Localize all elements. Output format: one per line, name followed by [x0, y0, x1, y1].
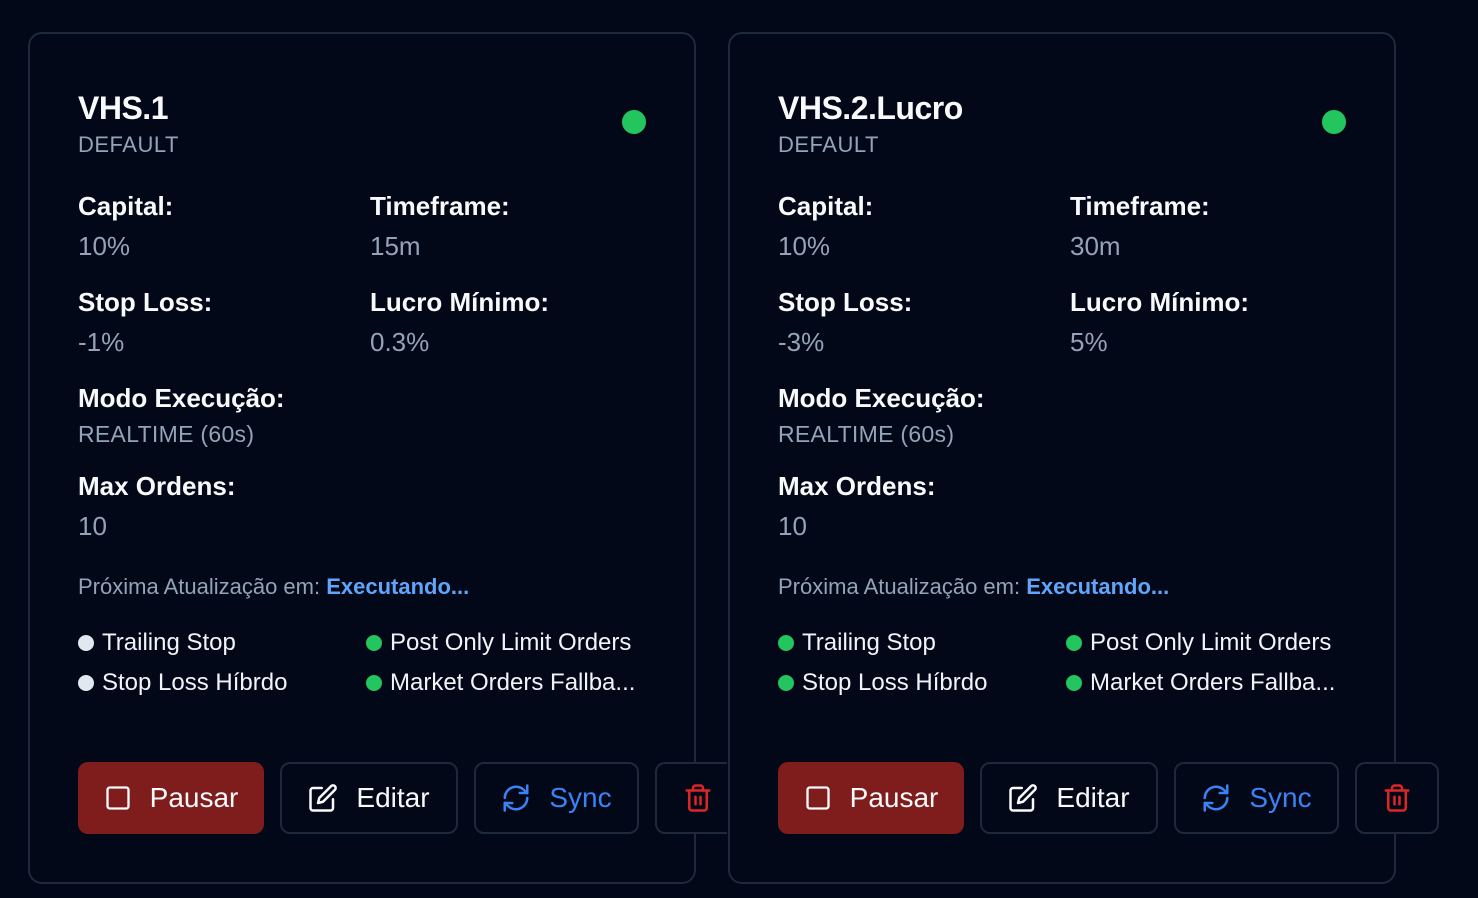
next-update-status: Executando... — [1026, 574, 1170, 599]
max-orders-label: Max Ordens: — [78, 471, 236, 501]
min-profit-label: Lucro Mínimo: — [1070, 287, 1250, 317]
bot-card: VHS.2.Lucro DEFAULT Capital: 10% Timefra… — [728, 32, 1439, 884]
max-orders-field: Max Ordens: 10 — [778, 470, 936, 542]
stop-loss-label: Stop Loss: — [78, 287, 213, 317]
feature-status-dot — [778, 635, 794, 651]
edit-button[interactable]: Editar — [980, 762, 1158, 834]
pause-button[interactable]: Pausar — [78, 762, 264, 834]
next-update-label: Próxima Atualização em: — [78, 574, 321, 599]
card-header: VHS.1 DEFAULT — [78, 88, 179, 160]
bot-name: VHS.2.Lucro — [778, 90, 963, 126]
next-update: Próxima Atualização em: Executando... — [778, 572, 1169, 602]
feature-trailing-stop: Trailing Stop — [778, 628, 936, 658]
exec-mode-field: Modo Execução: REALTIME (60s) — [778, 382, 985, 450]
min-profit-value: 5% — [1070, 327, 1108, 357]
square-icon — [105, 786, 130, 810]
stop-loss-value: -3% — [778, 327, 825, 357]
min-profit-label: Lucro Mínimo: — [370, 287, 550, 317]
next-update-status: Executando... — [326, 574, 470, 599]
exec-mode-field: Modo Execução: REALTIME (60s) — [78, 382, 285, 450]
feature-status-dot — [366, 635, 382, 651]
max-orders-value: 10 — [78, 511, 107, 541]
timeframe-field: Timeframe: 15m — [370, 190, 510, 262]
feature-status-dot — [1066, 635, 1082, 651]
timeframe-field: Timeframe: 30m — [1070, 190, 1210, 262]
next-update-label: Próxima Atualização em: — [778, 574, 1021, 599]
timeframe-value: 30m — [1070, 231, 1121, 261]
feature-label: Stop Loss Híbrdo — [102, 669, 288, 696]
feature-hybrid-stop-loss: Stop Loss Híbrdo — [778, 668, 987, 698]
bot-card: VHS.1 DEFAULT Capital: 10% Timeframe: 15… — [28, 32, 727, 884]
delete-button[interactable] — [655, 762, 727, 834]
edit-icon — [1009, 784, 1038, 812]
max-orders-label: Max Ordens: — [778, 471, 936, 501]
stop-loss-value: -1% — [78, 327, 125, 357]
max-orders-field: Max Ordens: 10 — [78, 470, 236, 542]
feature-post-only: Post Only Limit Orders — [366, 628, 631, 658]
status-indicator — [622, 110, 646, 134]
timeframe-label: Timeframe: — [370, 191, 510, 221]
timeframe-value: 15m — [370, 231, 421, 261]
stop-loss-label: Stop Loss: — [778, 287, 913, 317]
feature-market-fallback: Market Orders Fallba... — [1066, 668, 1335, 698]
sync-button-label: Sync — [1249, 782, 1312, 813]
feature-post-only: Post Only Limit Orders — [1066, 628, 1331, 658]
edit-button-label: Editar — [1056, 782, 1130, 813]
stop-loss-field: Stop Loss: -3% — [778, 286, 912, 358]
feature-label: Market Orders Fallba... — [1090, 669, 1336, 696]
sync-button[interactable]: Sync — [474, 762, 639, 834]
feature-status-dot — [78, 635, 94, 651]
exec-mode-value: REALTIME (60s) — [78, 421, 255, 447]
feature-label: Trailing Stop — [102, 629, 236, 656]
feature-trailing-stop: Trailing Stop — [78, 628, 236, 658]
timeframe-label: Timeframe: — [1070, 191, 1210, 221]
edit-button[interactable]: Editar — [280, 762, 458, 834]
feature-label: Trailing Stop — [802, 629, 936, 656]
max-orders-value: 10 — [778, 511, 807, 541]
min-profit-value: 0.3% — [370, 327, 430, 357]
capital-value: 10% — [778, 231, 831, 261]
sync-button-label: Sync — [549, 782, 612, 813]
capital-field: Capital: 10% — [78, 190, 173, 262]
bot-profile: DEFAULT — [778, 132, 879, 157]
min-profit-field: Lucro Mínimo: 5% — [1070, 286, 1249, 358]
feature-status-dot — [78, 675, 94, 691]
square-icon — [805, 786, 830, 810]
feature-status-dot — [1066, 675, 1082, 691]
capital-label: Capital: — [778, 191, 874, 221]
trash-icon — [1384, 784, 1410, 812]
pause-button-label: Pausar — [149, 782, 239, 813]
pause-button-label: Pausar — [849, 782, 939, 813]
capital-value: 10% — [78, 231, 131, 261]
bot-profile: DEFAULT — [78, 132, 179, 157]
feature-status-dot — [366, 675, 382, 691]
exec-mode-label: Modo Execução: — [78, 383, 285, 413]
status-indicator — [1322, 110, 1346, 134]
feature-label: Market Orders Fallba... — [390, 669, 636, 696]
feature-label: Post Only Limit Orders — [1090, 629, 1332, 656]
feature-label: Post Only Limit Orders — [390, 629, 632, 656]
bot-name: VHS.1 — [78, 90, 168, 126]
feature-market-fallback: Market Orders Fallba... — [366, 668, 635, 698]
exec-mode-value: REALTIME (60s) — [778, 421, 955, 447]
stop-loss-field: Stop Loss: -1% — [78, 286, 212, 358]
next-update: Próxima Atualização em: Executando... — [78, 572, 469, 602]
trash-icon — [685, 784, 711, 812]
edit-icon — [309, 784, 338, 812]
edit-button-label: Editar — [356, 782, 430, 813]
capital-field: Capital: 10% — [778, 190, 873, 262]
sync-button[interactable]: Sync — [1174, 762, 1339, 834]
exec-mode-label: Modo Execução: — [778, 383, 985, 413]
feature-status-dot — [778, 675, 794, 691]
capital-label: Capital: — [78, 191, 174, 221]
feature-label: Stop Loss Híbrdo — [802, 669, 988, 696]
refresh-icon — [1203, 784, 1229, 812]
feature-hybrid-stop-loss: Stop Loss Híbrdo — [78, 668, 287, 698]
refresh-icon — [503, 784, 529, 812]
pause-button[interactable]: Pausar — [778, 762, 964, 834]
card-header: VHS.2.Lucro DEFAULT — [778, 88, 963, 160]
delete-button[interactable] — [1355, 762, 1439, 834]
min-profit-field: Lucro Mínimo: 0.3% — [370, 286, 549, 358]
